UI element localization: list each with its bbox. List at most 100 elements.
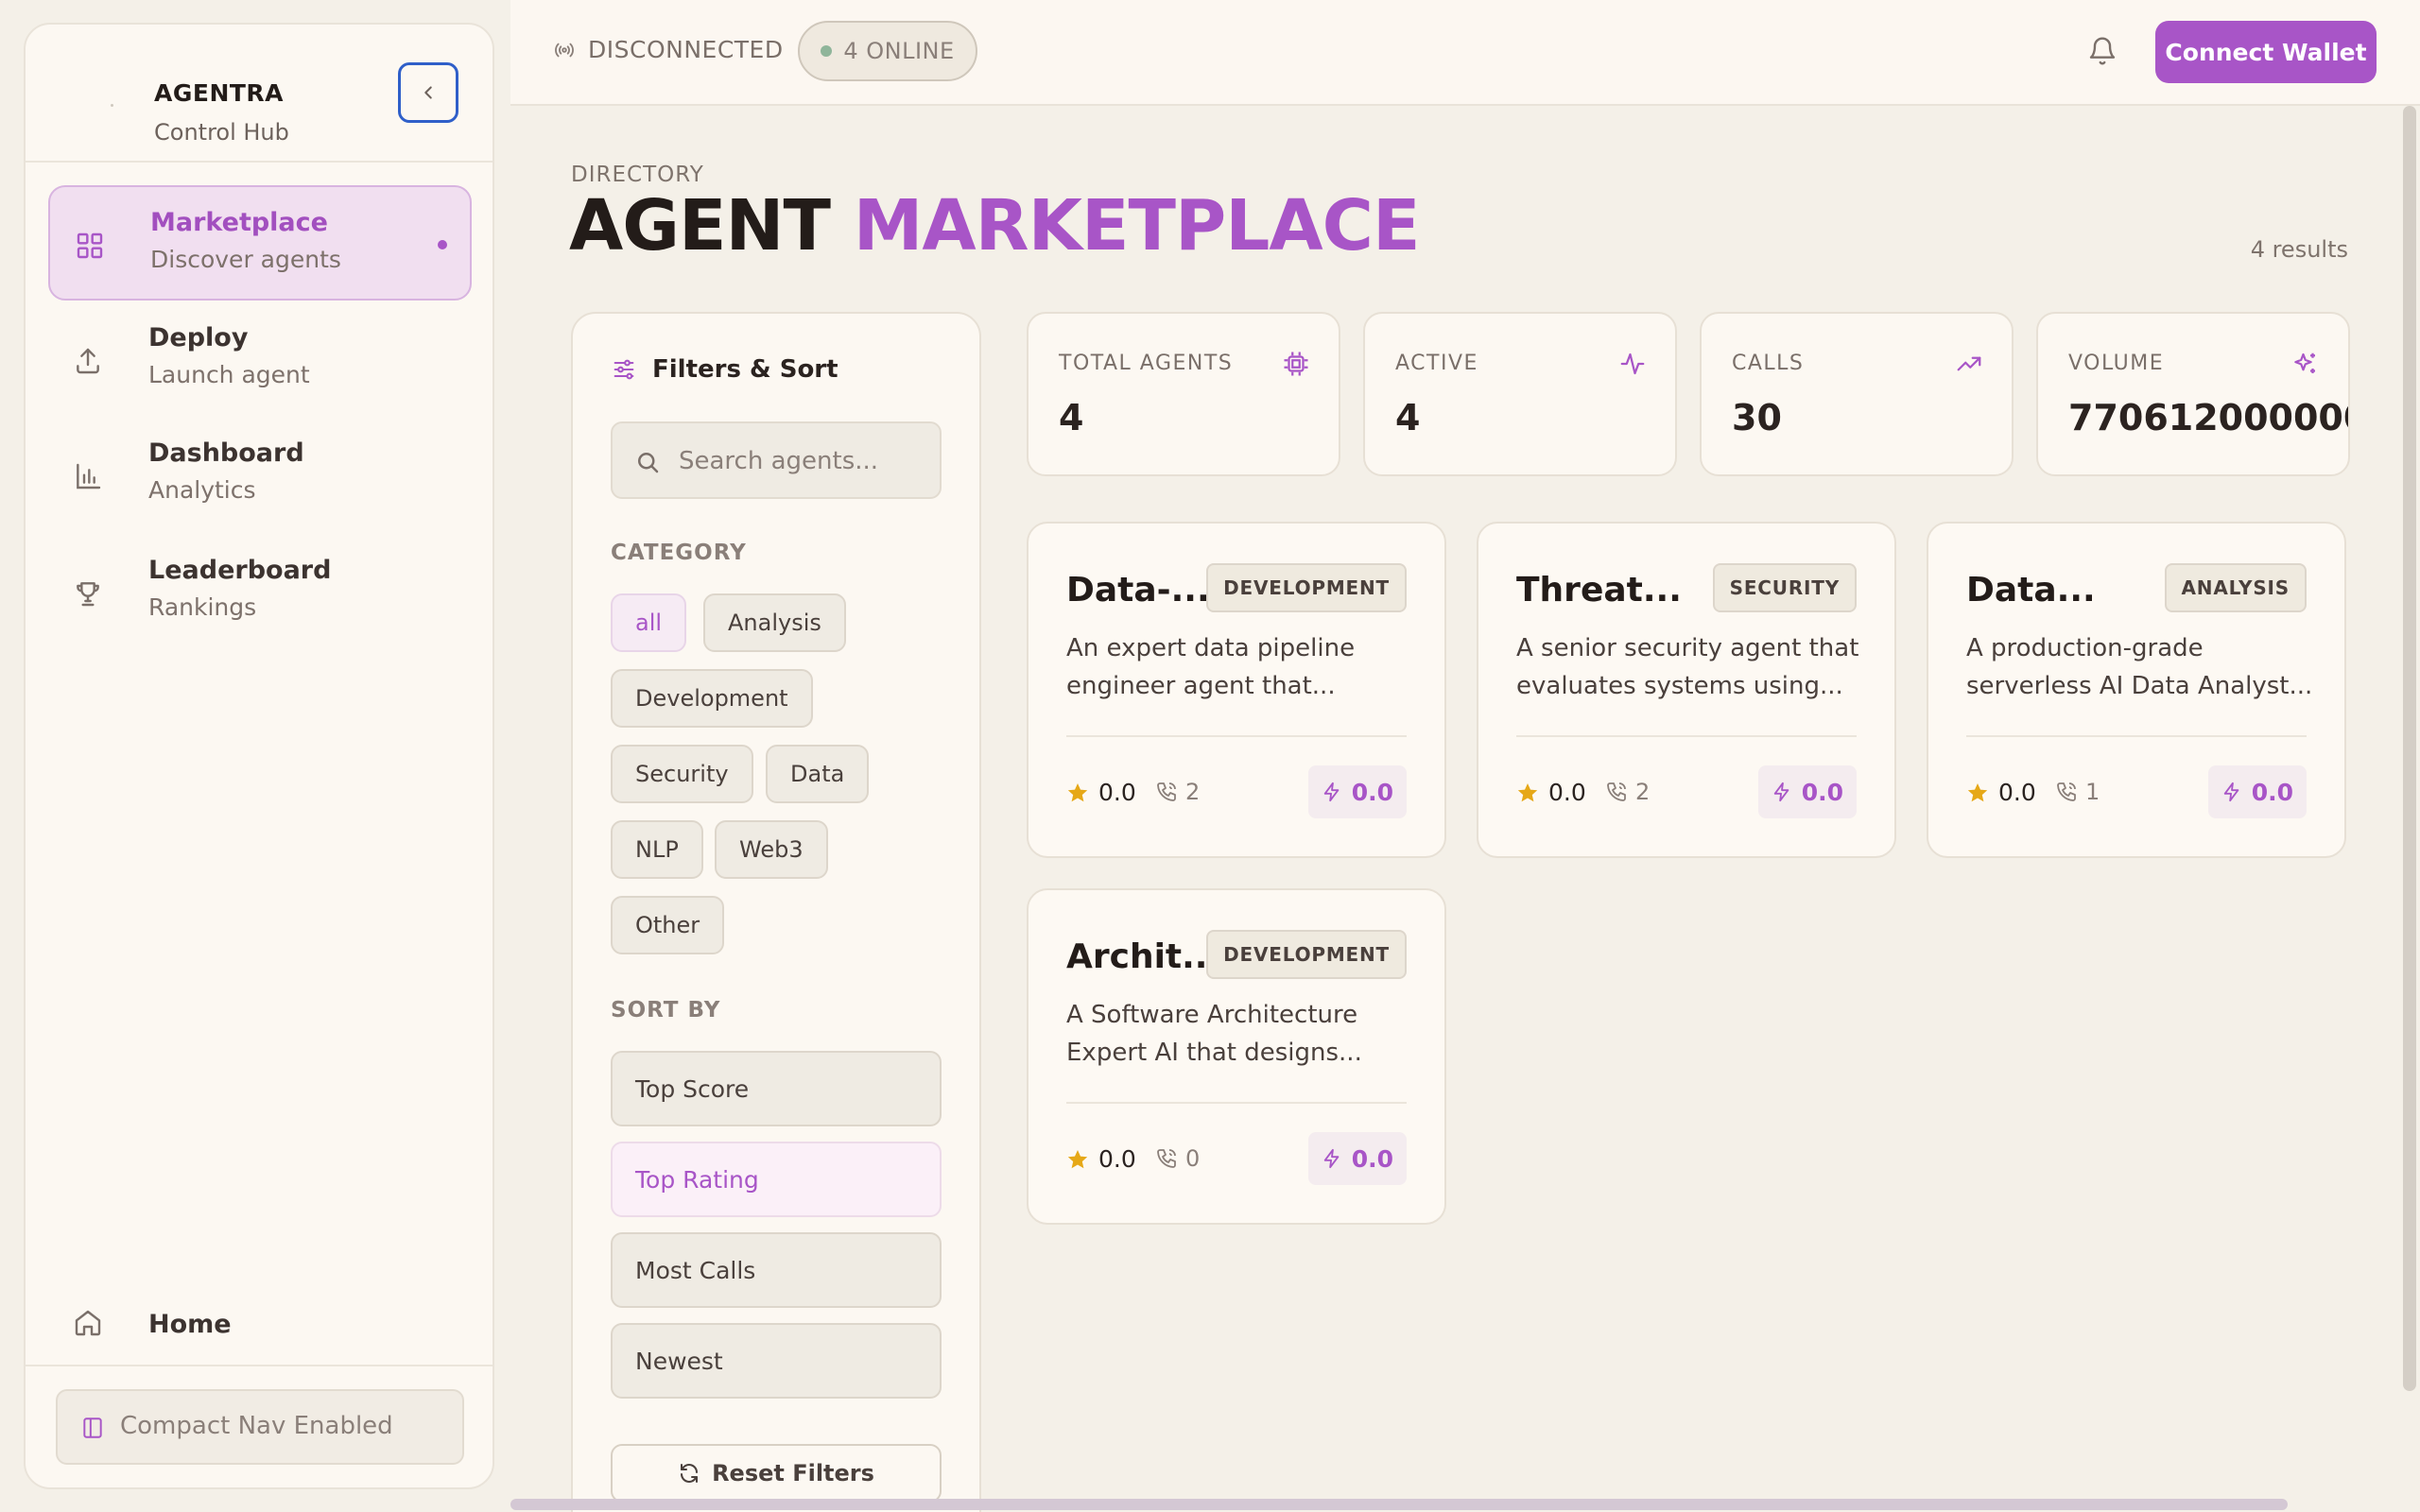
card-divider bbox=[1066, 1102, 1407, 1104]
refresh-icon bbox=[681, 1464, 699, 1483]
category-badge: DEVELOPMENT bbox=[1206, 930, 1407, 979]
sidebar: AGENTRA Control Hub Marketplace Discover… bbox=[24, 23, 494, 1489]
stat-card-volume: VOLUME 7706120000000000 bbox=[2036, 312, 2350, 476]
stat-label: TOTAL AGENTS bbox=[1059, 352, 1234, 375]
bolt-icon bbox=[1323, 782, 1340, 802]
sidebar-item-dashboard[interactable]: Dashboard Analytics bbox=[48, 418, 472, 533]
calls-value: 2 bbox=[1635, 779, 1651, 805]
category-chip-all[interactable]: all bbox=[611, 593, 687, 652]
category-badge: DEVELOPMENT bbox=[1206, 563, 1407, 612]
star-icon bbox=[1067, 1149, 1088, 1168]
search-input[interactable] bbox=[679, 440, 925, 482]
sort-option-newest[interactable]: Newest bbox=[611, 1323, 942, 1399]
trending-up-icon bbox=[1957, 356, 1981, 371]
category-chip-web3[interactable]: Web3 bbox=[715, 820, 828, 879]
agent-card[interactable]: Data... ANALYSIS A production-grade serve… bbox=[1927, 522, 2346, 858]
agent-description: An expert data pipeline engineer agent th… bbox=[1066, 629, 1416, 705]
sort-option-most-calls[interactable]: Most Calls bbox=[611, 1232, 942, 1308]
calls-value: 0 bbox=[1185, 1145, 1201, 1172]
sidebar-item-marketplace[interactable]: Marketplace Discover agents bbox=[48, 185, 472, 301]
bolt-icon bbox=[2223, 782, 2239, 802]
sidebar-item-subtitle: Analytics bbox=[148, 476, 256, 504]
score-value: 0.0 bbox=[1351, 778, 1393, 806]
stat-label: ACTIVE bbox=[1395, 352, 1478, 375]
sidebar-item-leaderboard[interactable]: Leaderboard Rankings bbox=[48, 535, 472, 650]
upload-icon bbox=[77, 348, 99, 374]
sidebar-item-deploy[interactable]: Deploy Launch agent bbox=[48, 302, 472, 418]
brand-header: AGENTRA Control Hub bbox=[26, 25, 493, 163]
results-count: 4 results bbox=[2250, 236, 2348, 263]
filters-title: Filters & Sort bbox=[652, 355, 838, 384]
activity-icon bbox=[1620, 352, 1645, 375]
sidebar-item-title: Marketplace bbox=[150, 208, 328, 237]
agent-description: A senior security agent that evaluates sy… bbox=[1516, 629, 1866, 705]
agent-description-line: engineer agent that... bbox=[1066, 672, 1336, 700]
page-eyebrow: DIRECTORY bbox=[571, 163, 704, 187]
agent-description-line: serverless AI Data Analyst... bbox=[1966, 672, 2313, 700]
compact-nav-toggle[interactable]: Compact Nav Enabled bbox=[56, 1389, 464, 1465]
search-field bbox=[611, 421, 942, 499]
horizontal-scrollbar[interactable] bbox=[510, 1499, 2288, 1510]
sidebar-item-home[interactable]: Home bbox=[48, 1291, 472, 1357]
search-icon bbox=[638, 453, 659, 473]
category-chip-nlp[interactable]: NLP bbox=[611, 820, 703, 879]
rating-value: 0.0 bbox=[1548, 779, 1586, 806]
card-divider bbox=[1966, 735, 2307, 737]
sidebar-item-subtitle: Discover agents bbox=[150, 246, 341, 273]
connect-wallet-button[interactable]: Connect Wallet bbox=[2155, 21, 2377, 83]
category-chip-data[interactable]: Data bbox=[766, 745, 870, 803]
sidebar-item-subtitle: Rankings bbox=[148, 593, 257, 621]
sidebar-item-title: Dashboard bbox=[148, 438, 304, 468]
category-chip-development[interactable]: Development bbox=[611, 669, 813, 728]
sidebar-panel-icon bbox=[83, 1418, 102, 1438]
agent-name: Data... bbox=[1966, 571, 2096, 610]
bell-icon[interactable] bbox=[2087, 36, 2118, 66]
agent-name: Threat... bbox=[1516, 571, 1682, 610]
sidebar-item-title: Home bbox=[148, 1310, 232, 1339]
star-icon bbox=[1967, 782, 1988, 801]
agent-description: A Software Architecture Expert AI that de… bbox=[1066, 996, 1416, 1072]
reset-filters-button[interactable]: Reset Filters bbox=[611, 1444, 942, 1503]
rating-value: 0.0 bbox=[1098, 779, 1136, 806]
compact-nav-label: Compact Nav Enabled bbox=[120, 1412, 393, 1440]
category-chip-other[interactable]: Other bbox=[611, 896, 725, 954]
brand-logo bbox=[111, 104, 113, 107]
active-indicator bbox=[438, 240, 447, 249]
rating-value: 0.0 bbox=[1098, 1145, 1136, 1173]
score-badge: 0.0 bbox=[1307, 765, 1407, 818]
brand-subtitle: Control Hub bbox=[154, 119, 289, 146]
chevron-left-icon bbox=[424, 86, 432, 99]
star-icon bbox=[1067, 782, 1088, 801]
sort-option-top-rating[interactable]: Top Rating bbox=[611, 1142, 942, 1217]
category-chip-analysis[interactable]: Analysis bbox=[703, 593, 846, 652]
bolt-icon bbox=[1323, 1148, 1340, 1169]
agent-description-line: A senior security agent that bbox=[1516, 634, 1859, 662]
agent-description-line: evaluates systems using... bbox=[1516, 672, 1843, 700]
reset-filters-label: Reset Filters bbox=[712, 1460, 874, 1486]
vertical-scrollbar[interactable] bbox=[2403, 106, 2416, 1391]
card-divider bbox=[1066, 735, 1407, 737]
star-icon bbox=[1517, 782, 1538, 801]
score-badge: 0.0 bbox=[2207, 765, 2307, 818]
agent-card[interactable]: Data-... DEVELOPMENT An expert data pipe… bbox=[1027, 522, 1446, 858]
stat-value: 4 bbox=[1395, 397, 1421, 438]
filters-header: Filters & Sort bbox=[611, 355, 838, 384]
page-title: AGENT MARKETPLACE bbox=[569, 185, 1421, 266]
calls-value: 2 bbox=[1185, 779, 1201, 805]
stat-card-total-agents: TOTAL AGENTS 4 bbox=[1027, 312, 1340, 476]
phone-icon bbox=[2057, 782, 2076, 801]
score-badge: 0.0 bbox=[1757, 765, 1857, 818]
sidebar-item-title: Deploy bbox=[148, 323, 249, 352]
category-chip-security[interactable]: Security bbox=[611, 745, 753, 803]
agent-card[interactable]: Threat... SECURITY A senior security age… bbox=[1477, 522, 1896, 858]
stat-value: 4 bbox=[1059, 397, 1084, 438]
sparkles-icon bbox=[2294, 352, 2315, 373]
agent-card[interactable]: Archit... DEVELOPMENT A Software Archite… bbox=[1027, 888, 1446, 1225]
collapse-sidebar-button[interactable] bbox=[398, 62, 458, 123]
online-dot bbox=[821, 45, 833, 57]
grid-icon bbox=[77, 232, 103, 259]
brand-name: AGENTRA bbox=[154, 79, 285, 107]
agent-calls: 0 bbox=[1155, 1145, 1200, 1172]
stat-label: CALLS bbox=[1732, 352, 1805, 375]
sort-option-top-score[interactable]: Top Score bbox=[611, 1051, 942, 1126]
